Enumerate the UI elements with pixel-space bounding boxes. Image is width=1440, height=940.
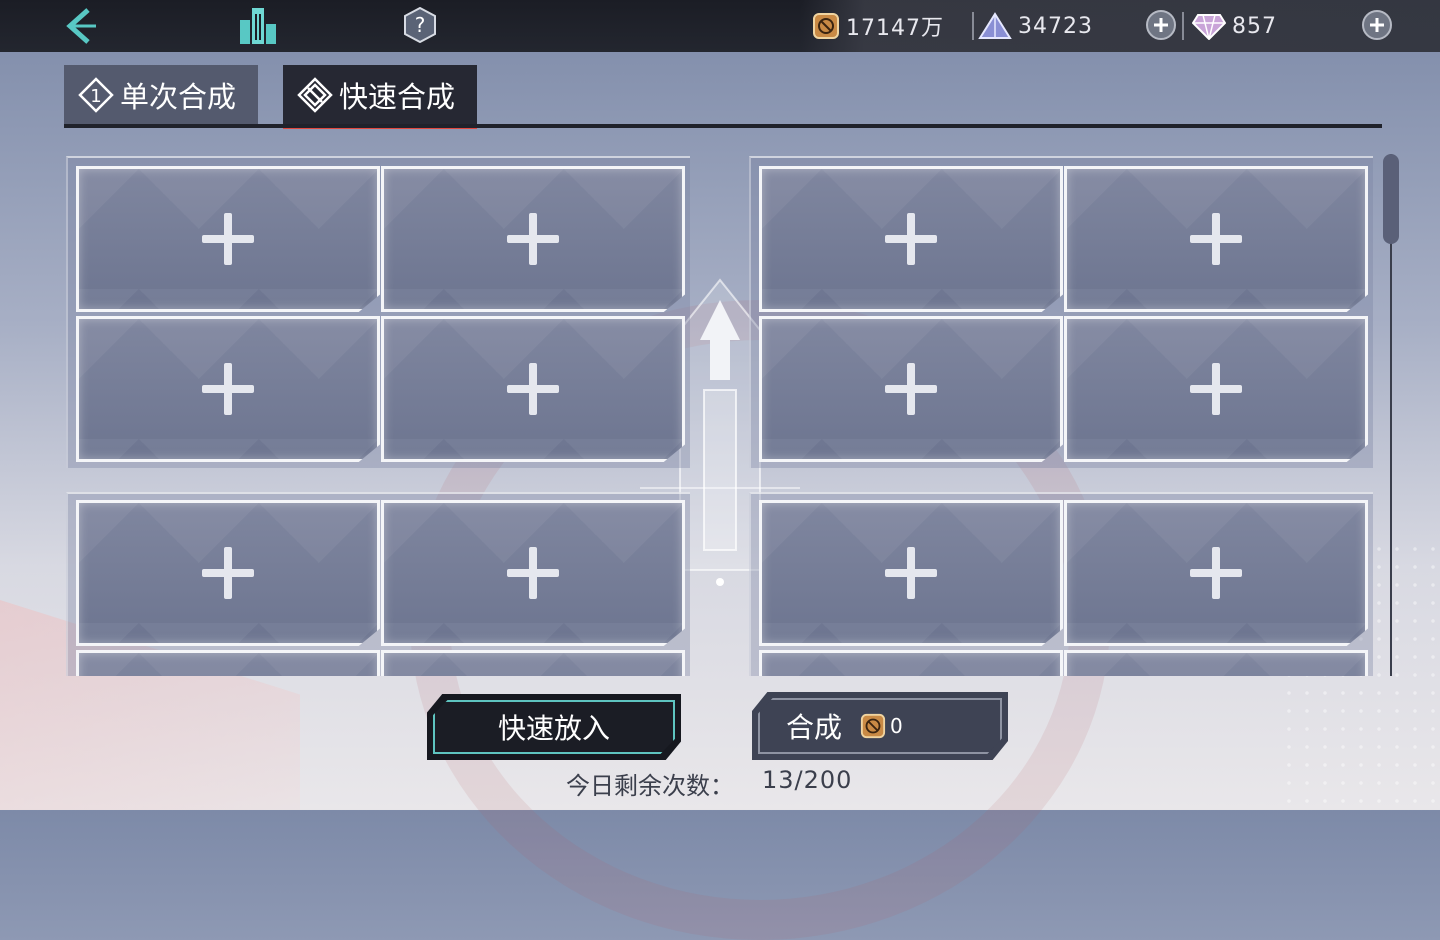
synth-label: 合成 (786, 711, 843, 744)
synth-slot-grid[interactable] (60, 150, 1380, 676)
slot-group (749, 156, 1373, 468)
tab-single-synth[interactable]: 1 单次合成 (64, 65, 258, 125)
synth-button-content: 合成 0 (786, 692, 903, 760)
remaining-value: 13/200 (762, 766, 853, 794)
gold-value: 17147万 (846, 16, 944, 41)
plus-icon (507, 213, 559, 265)
help-question-icon[interactable]: ? (403, 7, 437, 43)
empty-slot[interactable] (76, 316, 380, 462)
tab-underline (64, 124, 1382, 128)
top-bar: ? 17147万 34723 857 (0, 0, 1440, 52)
gold-resource: 17147万 (812, 9, 944, 43)
plus-icon (202, 547, 254, 599)
diamond-resource: 857 (1192, 9, 1277, 43)
plus-icon (507, 547, 559, 599)
synth-cost-value: 0 (890, 714, 903, 738)
quick-put-label: 快速放入 (497, 712, 610, 745)
slot-group (66, 492, 690, 676)
empty-slot[interactable] (381, 316, 685, 462)
remaining-label: 今日剩余次数： (566, 772, 734, 800)
add-diamond-button[interactable] (1362, 10, 1392, 40)
gold-coin-icon (860, 713, 886, 739)
plus-icon (202, 363, 254, 415)
slot-group (66, 156, 690, 468)
svg-text:?: ? (415, 13, 426, 37)
empty-slot[interactable] (1064, 650, 1368, 676)
empty-slot[interactable] (759, 316, 1063, 462)
quick-put-button[interactable]: 快速放入 (427, 694, 681, 760)
empty-slot[interactable] (759, 650, 1063, 676)
back-chevron-icon[interactable] (62, 6, 102, 46)
resource-divider (972, 12, 974, 40)
empty-slot[interactable] (381, 166, 685, 312)
synth-cost: 0 (860, 713, 903, 739)
empty-slot[interactable] (1064, 316, 1368, 462)
plus-icon (202, 213, 254, 265)
remaining-count: 今日剩余次数： 13/200 (566, 766, 852, 801)
plus-icon (1190, 213, 1242, 265)
empty-slot[interactable] (759, 500, 1063, 646)
scrollbar-thumb[interactable] (1383, 154, 1399, 244)
empty-slot[interactable] (76, 166, 380, 312)
single-synth-icon: 1 (78, 77, 114, 113)
crystal-resource: 34723 (978, 9, 1093, 43)
svg-text:1: 1 (90, 86, 101, 107)
plus-icon (885, 213, 937, 265)
empty-slot[interactable] (381, 500, 685, 646)
plus-icon (1154, 18, 1168, 32)
empty-slot[interactable] (76, 650, 380, 676)
tab-single-synth-label: 单次合成 (120, 80, 237, 114)
quick-synth-icon (297, 77, 333, 113)
crystal-value: 34723 (1018, 13, 1093, 39)
empty-slot[interactable] (76, 500, 380, 646)
plus-icon (1370, 18, 1384, 32)
plus-icon (507, 363, 559, 415)
plus-icon (1190, 547, 1242, 599)
add-crystal-button[interactable] (1146, 10, 1176, 40)
city-buildings-icon[interactable] (236, 6, 280, 46)
plus-icon (885, 547, 937, 599)
slot-group (749, 492, 1373, 676)
tab-quick-synth-label: 快速合成 (339, 80, 456, 114)
plus-icon (885, 363, 937, 415)
diamond-gem-icon (1192, 14, 1226, 40)
plus-icon (1190, 363, 1242, 415)
synth-button[interactable]: 合成 0 (752, 692, 1008, 760)
empty-slot[interactable] (759, 166, 1063, 312)
tab-quick-synth[interactable]: 快速合成 (283, 65, 477, 129)
empty-slot[interactable] (381, 650, 685, 676)
empty-slot[interactable] (1064, 166, 1368, 312)
empty-slot[interactable] (1064, 500, 1368, 646)
resource-divider (1182, 12, 1184, 40)
diamond-value: 857 (1232, 13, 1277, 39)
gold-coin-icon (813, 13, 839, 39)
crystal-pyramid-icon (978, 12, 1012, 39)
